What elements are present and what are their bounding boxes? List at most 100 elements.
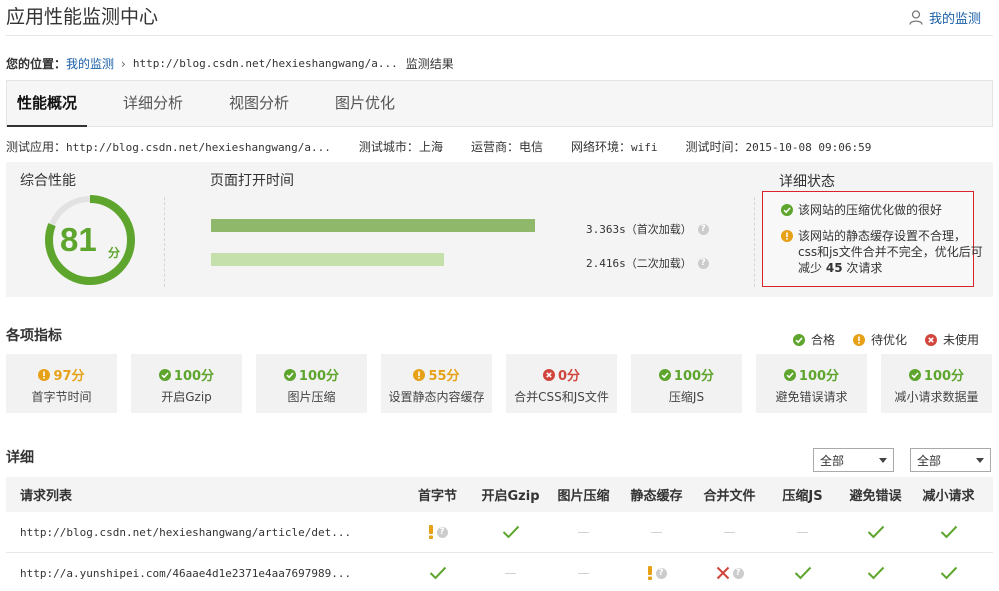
table-cell-pass: [839, 566, 912, 580]
cross-icon: [716, 566, 729, 580]
th-gzip: 开启Gzip: [481, 489, 540, 504]
info-carrier: 运营商：电信: [470, 140, 543, 154]
table-cell-pass: [839, 525, 912, 539]
overall-score: 81: [60, 221, 97, 258]
filter-select-2[interactable]: 全部: [910, 448, 991, 472]
info-network: 网络环境：wifi: [570, 140, 658, 154]
help-icon[interactable]: ?: [732, 567, 744, 579]
help-icon[interactable]: ?: [697, 257, 709, 269]
check-circle-icon: [283, 368, 296, 381]
metric-card-ttfb[interactable]: 97分 首字节时间: [6, 354, 117, 413]
status-warning: 该网站的静态缓存设置不合理， css和js文件合并不完全，优化后可 减少 45 …: [781, 228, 983, 276]
breadcrumb-label: 您的位置：: [6, 57, 67, 71]
tab-detailed-analysis[interactable]: 详细分析: [113, 81, 193, 126]
check-circle-icon: [792, 333, 805, 346]
cross-circle-icon: [924, 333, 937, 346]
my-monitor-label: 我的监测: [928, 12, 981, 27]
table-cell-none: —: [474, 566, 547, 580]
status-legend: 合格 待优化 未使用: [792, 331, 979, 348]
overall-title: 综合性能: [20, 173, 76, 189]
check-icon: [940, 566, 957, 580]
table-cell-pass: [474, 525, 547, 539]
first-load-label: 3.363s（首次加载）?: [586, 221, 709, 237]
table-cell-pass: [912, 525, 985, 539]
filter-selects: 全部 全部: [813, 448, 991, 472]
check-circle-icon: [781, 204, 793, 216]
metric-card-image-compression[interactable]: 100分 图片压缩: [256, 354, 367, 413]
tab-bar: 性能概况 详细分析 视图分析 图片优化: [6, 80, 993, 127]
check-icon: [794, 566, 811, 580]
check-icon: [502, 525, 519, 539]
empty-dash: —: [650, 525, 663, 539]
user-icon: [909, 10, 923, 25]
th-image: 图片压缩: [557, 489, 610, 504]
status-good: 该网站的压缩优化做的很好: [781, 202, 965, 218]
breadcrumb: 您的位置： 我的监测 › http://blog.csdn.net/hexies…: [6, 55, 454, 72]
legend-warn: 待优化: [852, 331, 907, 348]
chevron-right-icon: ›: [121, 56, 126, 71]
metric-card-avoid-errors[interactable]: 100分 避免错误请求: [756, 354, 867, 413]
filter-select-1[interactable]: 全部: [813, 448, 894, 472]
tab-performance-overview[interactable]: 性能概况: [7, 81, 88, 127]
warning-circle-icon: [413, 368, 426, 381]
panel-divider: [164, 197, 165, 287]
check-circle-icon: [658, 368, 671, 381]
table-row[interactable]: http://blog.csdn.net/hexieshangwang/arti…: [6, 512, 993, 553]
th-request-list: 请求列表: [20, 489, 73, 504]
help-icon[interactable]: ?: [655, 567, 667, 579]
exclamation-icon: [647, 566, 652, 580]
first-load-bar: [211, 219, 535, 232]
request-url[interactable]: http://blog.csdn.net/hexieshangwang/arti…: [6, 526, 401, 539]
metric-card-reduce-request[interactable]: 100分 减小请求数据量: [881, 354, 992, 413]
test-info: 测试应用：http://blog.csdn.net/hexieshangwang…: [6, 138, 899, 155]
my-monitor-link[interactable]: 我的监测: [909, 8, 981, 27]
metric-card-merge-files[interactable]: 0分 合并CSS和JS文件: [506, 354, 617, 413]
help-icon[interactable]: ?: [436, 526, 448, 538]
empty-dash: —: [723, 525, 736, 539]
table-cell-warn: ?: [620, 566, 693, 580]
breadcrumb-my-monitor[interactable]: 我的监测: [66, 55, 114, 72]
help-icon[interactable]: ?: [697, 223, 709, 235]
warning-circle-icon: [852, 333, 865, 346]
table-row[interactable]: http://a.yunshipei.com/46aae4d1e2371e4aa…: [6, 553, 993, 591]
table-cell-pass: [912, 566, 985, 580]
table-cell-pass: [766, 566, 839, 580]
check-circle-icon: [783, 368, 796, 381]
tab-image-optimization[interactable]: 图片优化: [325, 81, 405, 126]
check-circle-icon: [908, 368, 921, 381]
metric-card-compress-js[interactable]: 100分 压缩JS: [631, 354, 742, 413]
th-merge: 合并文件: [703, 489, 756, 504]
th-ttfb: 首字节: [417, 489, 457, 504]
breadcrumb-url: http://blog.csdn.net/hexieshangwang/a...: [132, 57, 398, 70]
tab-view-analysis[interactable]: 视图分析: [219, 81, 299, 126]
caret-down-icon: [879, 457, 887, 463]
breadcrumb-current: 监测结果: [405, 57, 454, 71]
th-js: 压缩JS: [782, 489, 823, 504]
detail-status-box: 该网站的压缩优化做的很好 该网站的静态缓存设置不合理， css和js文件合并不完…: [762, 191, 983, 287]
metrics-grid: 97分 首字节时间 100分 开启Gzip 100分 图片压缩 55分 设置静态内容缓存…: [6, 354, 994, 413]
request-url[interactable]: http://a.yunshipei.com/46aae4d1e2371e4aa…: [6, 567, 401, 580]
table-cell-none: —: [693, 525, 766, 539]
saved-requests-count: 45: [825, 261, 843, 275]
request-table: 请求列表 首字节 开启Gzip 图片压缩 静态缓存 合并文件 压缩JS 避免错误…: [6, 477, 993, 591]
table-cell-none: —: [766, 525, 839, 539]
table-cell-none: —: [620, 525, 693, 539]
info-time: 测试时间：2015-10-08 09:06:59: [685, 140, 872, 154]
warning-circle-icon: [38, 368, 51, 381]
panel-divider: [754, 197, 755, 287]
metric-card-gzip[interactable]: 100分 开启Gzip: [131, 354, 242, 413]
page-title: 应用性能监测中心: [6, 6, 159, 28]
th-cache: 静态缓存: [630, 489, 683, 504]
overall-score-unit: 分: [108, 246, 121, 260]
header-divider: [6, 35, 993, 36]
detail-title: 详细: [6, 450, 34, 466]
legend-pass: 合格: [792, 331, 835, 348]
empty-dash: —: [796, 525, 809, 539]
th-errors: 避免错误: [849, 489, 902, 504]
second-load-label: 2.416s（二次加载）?: [586, 255, 709, 271]
metric-card-static-cache[interactable]: 55分 设置静态内容缓存: [381, 354, 492, 413]
load-time-title: 页面打开时间: [210, 173, 294, 189]
check-circle-icon: [158, 368, 171, 381]
legend-fail: 未使用: [924, 331, 979, 348]
warning-circle-icon: [781, 230, 793, 242]
